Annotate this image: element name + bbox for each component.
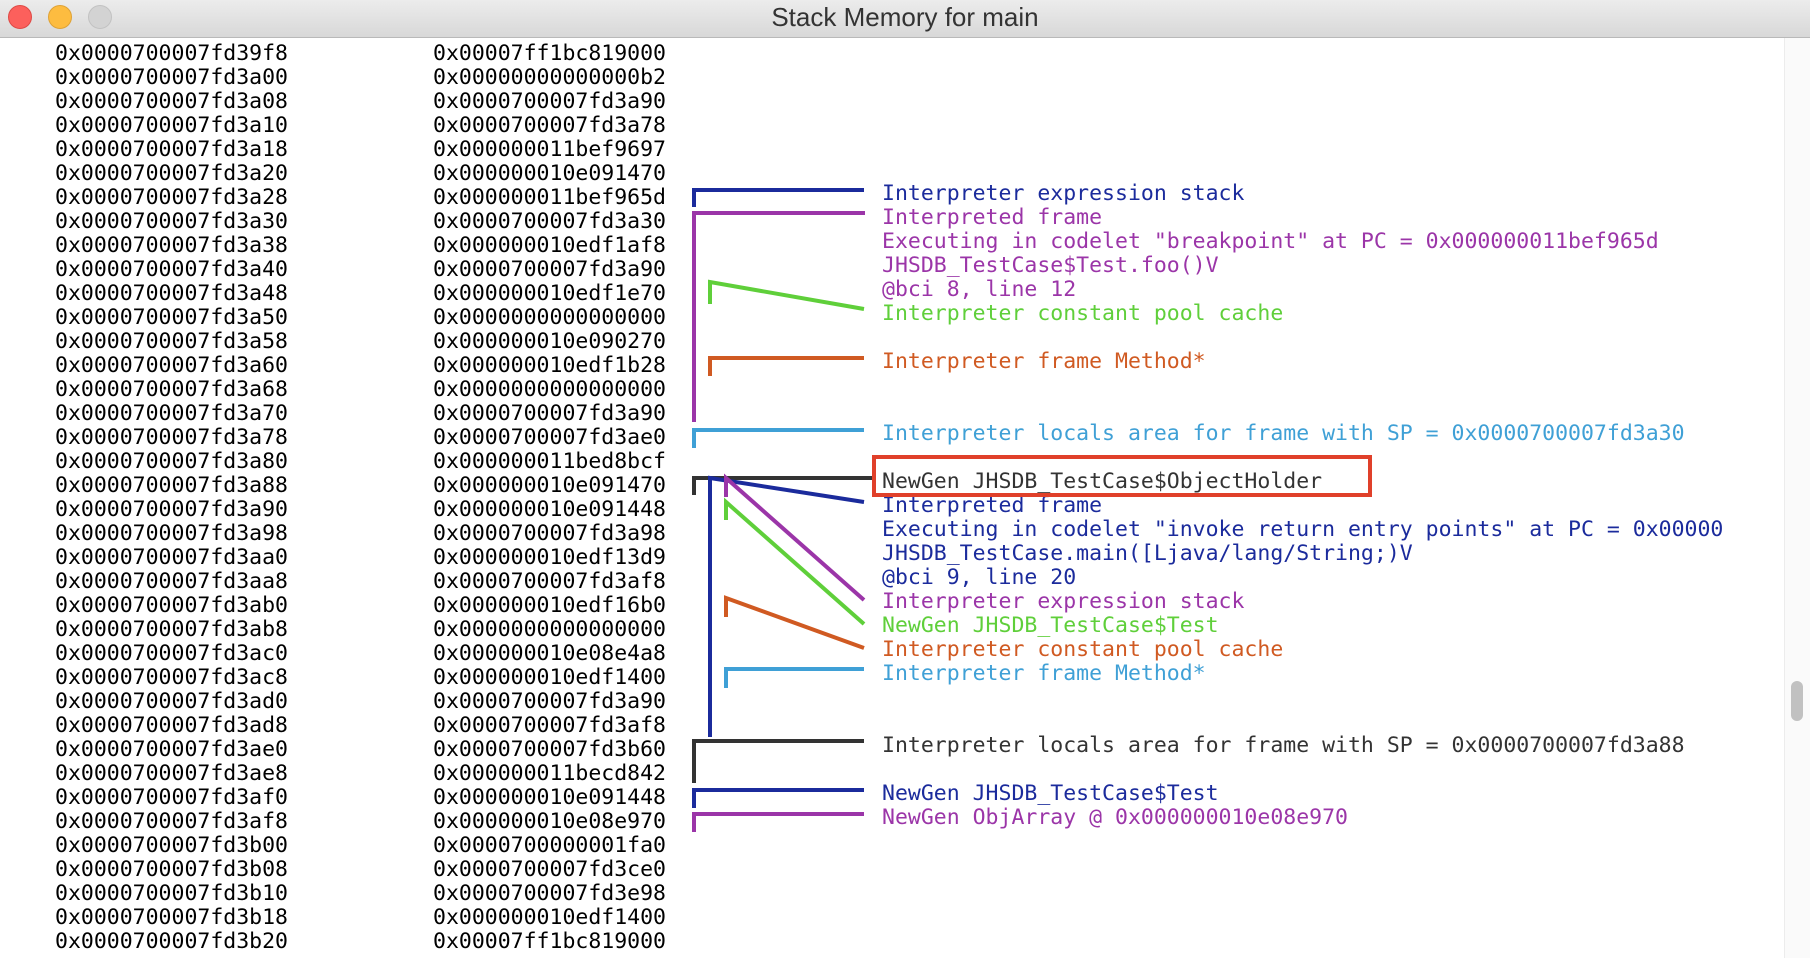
annotation-label: Interpreter constant pool cache [882,637,1284,662]
annotation-label: NewGen ObjArray @ 0x000000010e08e970 [882,805,1348,830]
main-frame-bracket [708,475,865,737]
main-frame-method-bracket [724,667,864,688]
annotation-label: Executing in codelet "breakpoint" at PC … [882,229,1659,254]
annotation-label: Interpreter frame Method* [882,349,1206,374]
annotation-label: Interpreter locals area for frame with S… [882,733,1685,758]
main-expression-stack-connector [724,473,866,602]
test-ref-bracket [692,788,864,808]
locals-area-bracket [692,428,864,448]
annotation-label: Interpreter expression stack [882,181,1245,206]
interpreted-frame-bracket [692,211,865,422]
annotation-label: @bci 9, line 20 [882,565,1077,590]
annotation-label: @bci 8, line 12 [882,277,1077,302]
annotation-label: NewGen JHSDB_TestCase$Test [882,781,1219,806]
highlight-box [872,455,1372,497]
expression-stack-bracket [692,188,864,207]
constant-pool-bracket [708,279,865,311]
annotation-label: JHSDB_TestCase.main([Ljava/lang/String;)… [882,541,1413,566]
annotation-label: JHSDB_TestCase$Test.foo()V [882,253,1219,278]
vertical-scrollbar[interactable] [1784,38,1810,958]
annotation-label: Interpreter frame Method* [882,661,1206,686]
annotation-label: Executing in codelet "invoke return entr… [882,517,1724,542]
scrollbar-thumb[interactable] [1791,681,1803,721]
main-locals-area-bracket [692,739,864,783]
annotation-label: Interpreter constant pool cache [882,301,1284,326]
annotation-label: Interpreted frame [882,205,1103,230]
annotation-label: NewGen JHSDB_TestCase$Test [882,613,1219,638]
stack-memory-window: Stack Memory for main 0x0000700007fd39f8… [0,0,1810,958]
objarray-bracket [692,812,864,832]
annotation-label: Interpreter locals area for frame with S… [882,421,1685,446]
annotation-label: Interpreter expression stack [882,589,1245,614]
annotation-label: Interpreted frame [882,493,1103,518]
frame-method-bracket [708,356,864,376]
